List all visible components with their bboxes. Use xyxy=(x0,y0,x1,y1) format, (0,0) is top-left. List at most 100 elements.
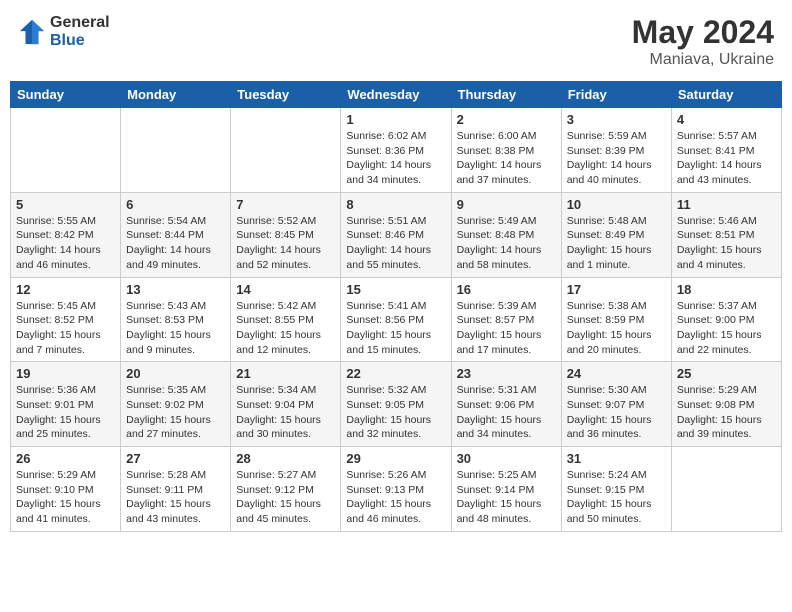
calendar-table: SundayMondayTuesdayWednesdayThursdayFrid… xyxy=(10,81,782,532)
day-info: Sunrise: 5:39 AM Sunset: 8:57 PM Dayligh… xyxy=(457,299,556,358)
day-info: Sunrise: 5:48 AM Sunset: 8:49 PM Dayligh… xyxy=(567,214,666,273)
day-info: Sunrise: 5:32 AM Sunset: 9:05 PM Dayligh… xyxy=(346,383,445,442)
day-number: 8 xyxy=(346,197,445,212)
day-number: 19 xyxy=(16,366,115,381)
day-info: Sunrise: 5:26 AM Sunset: 9:13 PM Dayligh… xyxy=(346,468,445,527)
day-cell: 8 Sunrise: 5:51 AM Sunset: 8:46 PM Daylig… xyxy=(341,192,451,277)
day-cell: 24 Sunrise: 5:30 AM Sunset: 9:07 PM Dayli… xyxy=(561,362,671,447)
day-info: Sunrise: 5:35 AM Sunset: 9:02 PM Dayligh… xyxy=(126,383,225,442)
day-cell: 10Sunrise: 5:48 AM Sunset: 8:49 PM Dayli… xyxy=(561,192,671,277)
day-number: 26 xyxy=(16,451,115,466)
day-number: 13 xyxy=(126,282,225,297)
day-info: Sunrise: 5:24 AM Sunset: 9:15 PM Dayligh… xyxy=(567,468,666,527)
weekday-header-friday: Friday xyxy=(561,82,671,108)
day-cell: 26 Sunrise: 5:29 AM Sunset: 9:10 PM Dayli… xyxy=(11,447,121,532)
weekday-header-thursday: Thursday xyxy=(451,82,561,108)
day-cell: 13 Sunrise: 5:43 AM Sunset: 8:53 PM Dayli… xyxy=(121,277,231,362)
day-cell: 9 Sunrise: 5:49 AM Sunset: 8:48 PM Daylig… xyxy=(451,192,561,277)
day-info: Sunrise: 5:34 AM Sunset: 9:04 PM Dayligh… xyxy=(236,383,335,442)
day-info: Sunrise: 5:42 AM Sunset: 8:55 PM Dayligh… xyxy=(236,299,335,358)
day-number: 15 xyxy=(346,282,445,297)
week-row-3: 12 Sunrise: 5:45 AM Sunset: 8:52 PM Dayli… xyxy=(11,277,782,362)
day-info: Sunrise: 5:25 AM Sunset: 9:14 PM Dayligh… xyxy=(457,468,556,527)
day-cell: 25 Sunrise: 5:29 AM Sunset: 9:08 PM Dayli… xyxy=(671,362,781,447)
day-info: Sunrise: 5:37 AM Sunset: 9:00 PM Dayligh… xyxy=(677,299,776,358)
week-row-1: 1 Sunrise: 6:02 AM Sunset: 8:36 PM Daylig… xyxy=(11,108,782,193)
day-info: Sunrise: 5:36 AM Sunset: 9:01 PM Dayligh… xyxy=(16,383,115,442)
day-cell: 28 Sunrise: 5:27 AM Sunset: 9:12 PM Dayli… xyxy=(231,447,341,532)
day-cell: 19 Sunrise: 5:36 AM Sunset: 9:01 PM Dayli… xyxy=(11,362,121,447)
day-info: Sunrise: 5:29 AM Sunset: 9:08 PM Dayligh… xyxy=(677,383,776,442)
day-cell: 20 Sunrise: 5:35 AM Sunset: 9:02 PM Dayli… xyxy=(121,362,231,447)
day-info: Sunrise: 5:27 AM Sunset: 9:12 PM Dayligh… xyxy=(236,468,335,527)
day-number: 30 xyxy=(457,451,556,466)
day-info: Sunrise: 5:29 AM Sunset: 9:10 PM Dayligh… xyxy=(16,468,115,527)
day-cell: 14Sunrise: 5:42 AM Sunset: 8:55 PM Dayli… xyxy=(231,277,341,362)
day-cell xyxy=(671,447,781,532)
day-cell: 22 Sunrise: 5:32 AM Sunset: 9:05 PM Dayli… xyxy=(341,362,451,447)
day-number: 28 xyxy=(236,451,335,466)
day-info: Sunrise: 5:38 AM Sunset: 8:59 PM Dayligh… xyxy=(567,299,666,358)
day-info: Sunrise: 5:28 AM Sunset: 9:11 PM Dayligh… xyxy=(126,468,225,527)
day-number: 20 xyxy=(126,366,225,381)
logo-icon xyxy=(18,18,46,46)
day-number: 7 xyxy=(236,197,335,212)
day-number: 21 xyxy=(236,366,335,381)
day-info: Sunrise: 5:31 AM Sunset: 9:06 PM Dayligh… xyxy=(457,383,556,442)
weekday-header-tuesday: Tuesday xyxy=(231,82,341,108)
day-info: Sunrise: 5:45 AM Sunset: 8:52 PM Dayligh… xyxy=(16,299,115,358)
day-cell: 16 Sunrise: 5:39 AM Sunset: 8:57 PM Dayli… xyxy=(451,277,561,362)
day-number: 3 xyxy=(567,112,666,127)
day-number: 4 xyxy=(677,112,776,127)
day-cell: 31 Sunrise: 5:24 AM Sunset: 9:15 PM Dayli… xyxy=(561,447,671,532)
day-info: Sunrise: 5:46 AM Sunset: 8:51 PM Dayligh… xyxy=(677,214,776,273)
day-number: 29 xyxy=(346,451,445,466)
day-number: 11 xyxy=(677,197,776,212)
weekday-header-sunday: Sunday xyxy=(11,82,121,108)
page-header: General Blue May 2024 Maniava, Ukraine xyxy=(10,10,782,73)
day-cell xyxy=(121,108,231,193)
day-info: Sunrise: 6:02 AM Sunset: 8:36 PM Dayligh… xyxy=(346,129,445,188)
day-number: 22 xyxy=(346,366,445,381)
day-number: 27 xyxy=(126,451,225,466)
day-number: 16 xyxy=(457,282,556,297)
day-cell: 15Sunrise: 5:41 AM Sunset: 8:56 PM Dayli… xyxy=(341,277,451,362)
day-info: Sunrise: 5:30 AM Sunset: 9:07 PM Dayligh… xyxy=(567,383,666,442)
day-number: 23 xyxy=(457,366,556,381)
day-cell: 23 Sunrise: 5:31 AM Sunset: 9:06 PM Dayli… xyxy=(451,362,561,447)
day-number: 6 xyxy=(126,197,225,212)
week-row-4: 19 Sunrise: 5:36 AM Sunset: 9:01 PM Dayli… xyxy=(11,362,782,447)
day-cell: 6Sunrise: 5:54 AM Sunset: 8:44 PM Daylig… xyxy=(121,192,231,277)
day-cell xyxy=(231,108,341,193)
day-number: 24 xyxy=(567,366,666,381)
weekday-header-row: SundayMondayTuesdayWednesdayThursdayFrid… xyxy=(11,82,782,108)
week-row-2: 5Sunrise: 5:55 AM Sunset: 8:42 PM Daylig… xyxy=(11,192,782,277)
day-cell: 11 Sunrise: 5:46 AM Sunset: 8:51 PM Dayli… xyxy=(671,192,781,277)
day-cell: 7Sunrise: 5:52 AM Sunset: 8:45 PM Daylig… xyxy=(231,192,341,277)
day-number: 25 xyxy=(677,366,776,381)
day-cell: 2Sunrise: 6:00 AM Sunset: 8:38 PM Daylig… xyxy=(451,108,561,193)
day-number: 18 xyxy=(677,282,776,297)
day-cell: 5Sunrise: 5:55 AM Sunset: 8:42 PM Daylig… xyxy=(11,192,121,277)
location-subtitle: Maniava, Ukraine xyxy=(632,51,774,69)
day-number: 17 xyxy=(567,282,666,297)
day-number: 9 xyxy=(457,197,556,212)
logo-blue-text: Blue xyxy=(50,32,110,50)
day-cell: 21 Sunrise: 5:34 AM Sunset: 9:04 PM Dayli… xyxy=(231,362,341,447)
day-info: Sunrise: 5:43 AM Sunset: 8:53 PM Dayligh… xyxy=(126,299,225,358)
weekday-header-wednesday: Wednesday xyxy=(341,82,451,108)
logo: General Blue xyxy=(18,14,110,49)
day-info: Sunrise: 5:49 AM Sunset: 8:48 PM Dayligh… xyxy=(457,214,556,273)
day-number: 1 xyxy=(346,112,445,127)
logo-general-text: General xyxy=(50,14,110,32)
logo-text: General Blue xyxy=(50,14,110,49)
day-cell: 17 Sunrise: 5:38 AM Sunset: 8:59 PM Dayli… xyxy=(561,277,671,362)
day-cell: 1 Sunrise: 6:02 AM Sunset: 8:36 PM Daylig… xyxy=(341,108,451,193)
weekday-header-saturday: Saturday xyxy=(671,82,781,108)
day-number: 12 xyxy=(16,282,115,297)
day-number: 31 xyxy=(567,451,666,466)
day-number: 2 xyxy=(457,112,556,127)
day-info: Sunrise: 5:51 AM Sunset: 8:46 PM Dayligh… xyxy=(346,214,445,273)
day-cell: 18 Sunrise: 5:37 AM Sunset: 9:00 PM Dayli… xyxy=(671,277,781,362)
day-cell: 12 Sunrise: 5:45 AM Sunset: 8:52 PM Dayli… xyxy=(11,277,121,362)
